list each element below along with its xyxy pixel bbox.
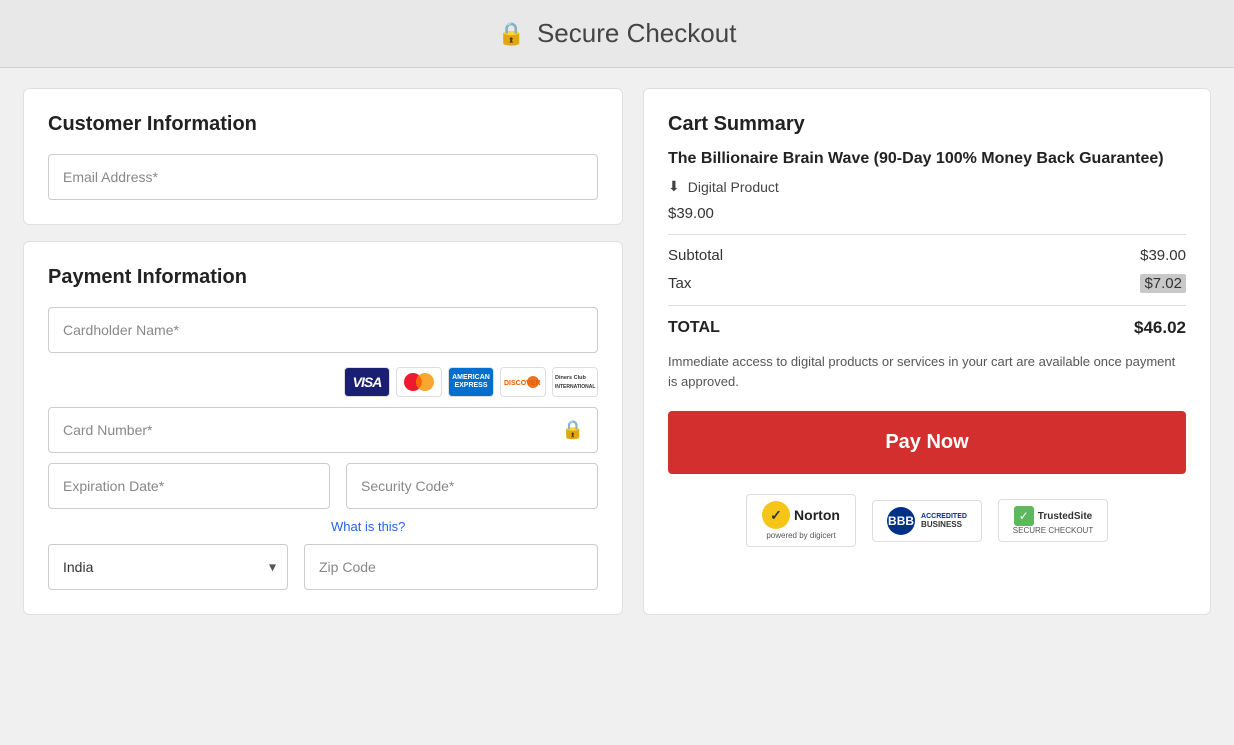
- amex-icon: AMERICANEXPRESS: [448, 367, 494, 397]
- cart-summary-panel: Cart Summary The Billionaire Brain Wave …: [643, 88, 1211, 615]
- country-select[interactable]: India United States United Kingdom Canad…: [48, 544, 288, 590]
- subtotal-value: $39.00: [1140, 247, 1186, 264]
- svg-text:Diners Club: Diners Club: [555, 375, 587, 381]
- security-code-input[interactable]: [346, 463, 598, 509]
- customer-section-title: Customer Information: [48, 113, 598, 136]
- digital-product-row: ⬇ Digital Product: [668, 178, 1186, 195]
- checkout-header: 🔒 Secure Checkout: [0, 0, 1234, 68]
- trustedsite-text: TrustedSite: [1038, 511, 1092, 522]
- trust-badges: ✓ Norton powered by digicert BBB ACCREDI…: [668, 494, 1186, 547]
- email-input[interactable]: [48, 154, 598, 200]
- download-icon: ⬇: [668, 178, 680, 195]
- bbb-icon: BBB: [887, 507, 915, 535]
- trustedsite-sub: SECURE CHECKOUT: [1013, 526, 1093, 535]
- trustedsite-inner: ✓ TrustedSite: [1014, 506, 1092, 526]
- main-content: Customer Information Payment Information…: [7, 68, 1227, 635]
- card-icons-row: VISA AMERICANEXPRESS DISCOVER: [48, 367, 598, 397]
- bbb-accredited-label: ACCREDITED: [921, 513, 967, 520]
- total-row: TOTAL $46.02: [668, 318, 1186, 338]
- country-zip-row: India United States United Kingdom Canad…: [48, 544, 598, 590]
- card-number-wrapper: 🔒: [48, 407, 598, 453]
- cart-divider: [668, 234, 1186, 235]
- card-number-input[interactable]: [48, 407, 598, 453]
- visa-icon: VISA: [344, 367, 390, 397]
- total-value: $46.02: [1134, 318, 1186, 338]
- discover-icon: DISCOVER: [500, 367, 546, 397]
- lock-icon: 🔒: [498, 21, 525, 47]
- cart-title: Cart Summary: [668, 113, 1186, 136]
- customer-information-card: Customer Information: [23, 88, 623, 225]
- card-lock-icon: 🔒: [562, 420, 584, 441]
- payment-information-card: Payment Information VISA AMERICANEXPRESS…: [23, 241, 623, 615]
- norton-text: Norton: [794, 507, 840, 523]
- svg-text:INTERNATIONAL: INTERNATIONAL: [555, 384, 595, 390]
- payment-section-title: Payment Information: [48, 266, 598, 289]
- country-wrapper: India United States United Kingdom Canad…: [48, 544, 288, 590]
- bbb-right: ACCREDITED BUSINESS: [921, 513, 967, 529]
- product-name: The Billionaire Brain Wave (90-Day 100% …: [668, 150, 1186, 168]
- mastercard-icon: [396, 367, 442, 397]
- norton-check-icon: ✓: [762, 501, 790, 529]
- what-is-this-link[interactable]: What is this?: [331, 519, 598, 534]
- tax-value: $7.02: [1140, 274, 1186, 293]
- trustedsite-check-icon: ✓: [1014, 506, 1034, 526]
- tax-label: Tax: [668, 275, 691, 292]
- total-label: TOTAL: [668, 319, 720, 337]
- tax-row: Tax $7.02: [668, 274, 1186, 293]
- subtotal-row: Subtotal $39.00: [668, 247, 1186, 264]
- bbb-inner: BBB ACCREDITED BUSINESS: [887, 507, 967, 535]
- cardholder-name-input[interactable]: [48, 307, 598, 353]
- norton-badge: ✓ Norton powered by digicert: [746, 494, 856, 547]
- expiration-date-input[interactable]: [48, 463, 330, 509]
- zip-code-input[interactable]: [304, 544, 598, 590]
- total-divider: [668, 305, 1186, 306]
- product-price: $39.00: [668, 205, 1186, 222]
- norton-logo: ✓ Norton: [762, 501, 840, 529]
- trustedsite-badge: ✓ TrustedSite SECURE CHECKOUT: [998, 499, 1108, 542]
- digital-label: Digital Product: [688, 179, 779, 195]
- pay-now-button[interactable]: Pay Now: [668, 411, 1186, 474]
- subtotal-label: Subtotal: [668, 247, 723, 264]
- exp-security-row: [48, 463, 598, 509]
- page-title: Secure Checkout: [537, 18, 736, 49]
- norton-sub: powered by digicert: [766, 531, 835, 540]
- diners-icon: Diners Club INTERNATIONAL: [552, 367, 598, 397]
- left-panel: Customer Information Payment Information…: [23, 88, 623, 615]
- bbb-badge: BBB ACCREDITED BUSINESS: [872, 500, 982, 542]
- bbb-business-label: BUSINESS: [921, 520, 967, 529]
- access-note: Immediate access to digital products or …: [668, 352, 1186, 391]
